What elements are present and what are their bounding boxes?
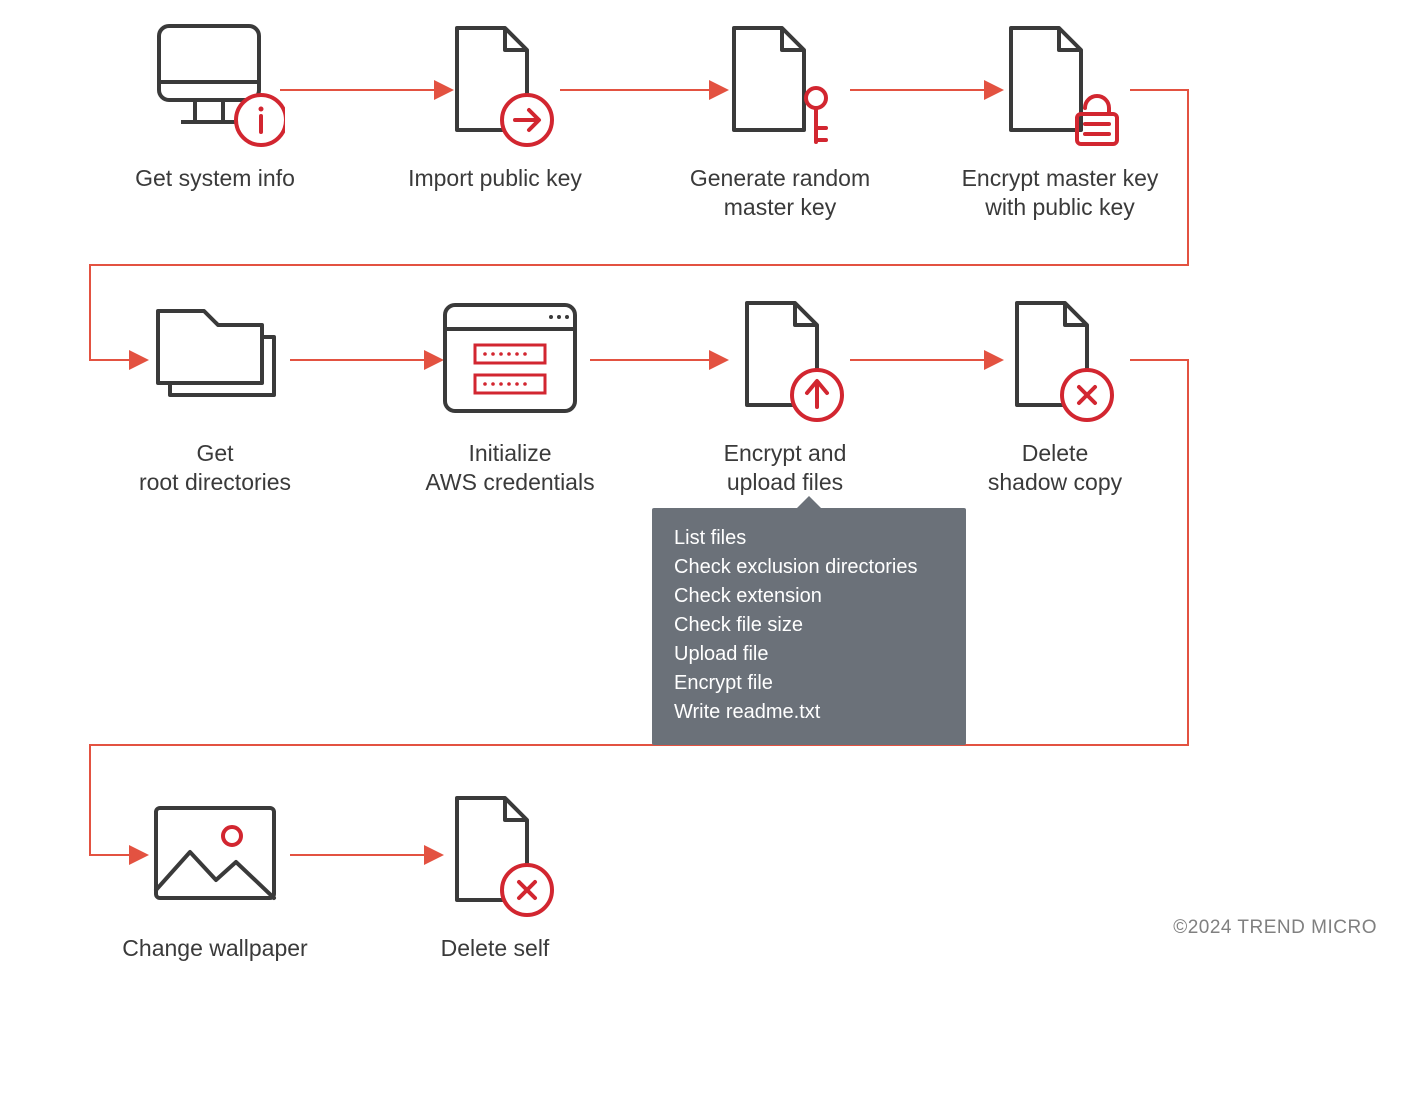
diagram-canvas: Get system info Import public key [0,0,1407,1119]
tooltip-item: List files [674,524,944,553]
node-label: Encrypt master key with public key [920,164,1200,222]
tooltip-item: Check exclusion directories [674,553,944,582]
node-label: Change wallpaper [75,934,355,963]
node-change-wallpaper: Change wallpaper [75,790,355,963]
node-delete-self: Delete self [355,790,635,963]
tooltip-arrow-icon [797,496,821,508]
node-initialize-aws-credentials: Initialize AWS credentials [370,295,650,497]
tooltip-item: Encrypt file [674,669,944,698]
monitor-info-icon [75,20,355,150]
copyright-text: ©2024 TREND MICRO [1173,917,1377,939]
document-upload-icon [645,295,925,425]
node-label: Get root directories [75,439,355,497]
node-encrypt-master-key: Encrypt master key with public key [920,20,1200,222]
encrypt-upload-tooltip: List files Check exclusion directories C… [652,508,966,745]
node-encrypt-upload-files: Encrypt and upload files [645,295,925,497]
image-icon [75,790,355,920]
tooltip-item: Check extension [674,582,944,611]
node-label: Get system info [75,164,355,193]
tooltip-item: Upload file [674,640,944,669]
document-import-icon [355,20,635,150]
credentials-window-icon [370,295,650,425]
node-label: Generate random master key [640,164,920,222]
node-get-system-info: Get system info [75,20,355,193]
node-import-public-key: Import public key [355,20,635,193]
node-label: Import public key [355,164,635,193]
tooltip-item: Write readme.txt [674,698,944,727]
node-label: Delete shadow copy [915,439,1195,497]
document-lock-icon [920,20,1200,150]
node-label: Delete self [355,934,635,963]
tooltip-item: Check file size [674,611,944,640]
node-generate-master-key: Generate random master key [640,20,920,222]
node-label: Initialize AWS credentials [370,439,650,497]
document-key-icon [640,20,920,150]
document-delete-icon [915,295,1195,425]
node-delete-shadow-copy: Delete shadow copy [915,295,1195,497]
node-label: Encrypt and upload files [645,439,925,497]
document-delete-icon [355,790,635,920]
node-get-root-directories: Get root directories [75,295,355,497]
folders-icon [75,295,355,425]
